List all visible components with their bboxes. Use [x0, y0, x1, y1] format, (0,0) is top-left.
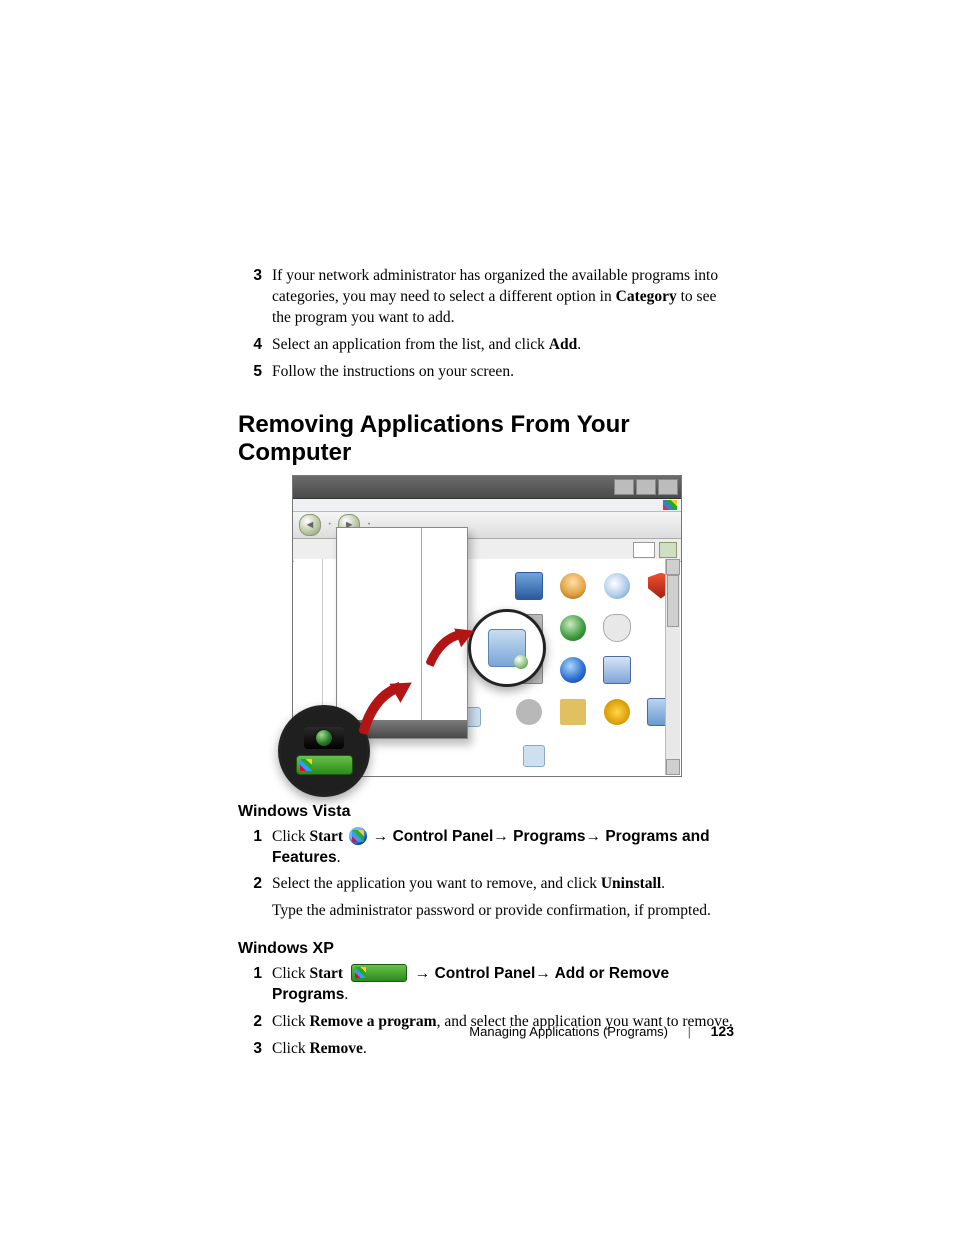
list-text: Select the application you want to remov… — [272, 874, 734, 895]
list-item: 3 Click Remove. — [238, 1039, 734, 1060]
list-text: Follow the instructions on your screen. — [272, 362, 734, 383]
user-accounts-icon — [560, 573, 586, 599]
list-number: 3 — [238, 266, 272, 329]
list-text: If your network administrator has organi… — [272, 266, 734, 329]
windows-flag-icon — [300, 759, 312, 771]
vista-orb-icon — [316, 730, 332, 746]
wireless-icon — [604, 699, 630, 725]
display-icon — [515, 572, 543, 600]
maximize-button-icon — [636, 479, 656, 495]
minimize-button-icon — [614, 479, 634, 495]
list-item: 3 If your network administrator has orga… — [238, 266, 734, 329]
add-remove-programs-icon — [488, 629, 526, 667]
back-button-icon: ◄ — [299, 514, 321, 536]
xp-start-button-icon — [296, 755, 353, 775]
list-number: 4 — [238, 335, 272, 356]
system-icon — [603, 656, 631, 684]
list-number: 5 — [238, 362, 272, 383]
bottom-icon — [523, 745, 545, 767]
section-heading: Removing Applications From Your Computer — [238, 411, 734, 467]
keyboard-icon — [560, 699, 586, 725]
footer-section: Managing Applications (Programs) — [469, 1024, 668, 1039]
title-bar — [293, 476, 681, 499]
list-number: 2 — [238, 874, 272, 895]
document-page: 3 If your network administrator has orga… — [0, 0, 954, 1235]
windows-flag-icon — [663, 500, 677, 510]
vertical-scrollbar — [665, 559, 680, 775]
list-text: Click Remove. — [272, 1039, 734, 1060]
list-item: 2 Select the application you want to rem… — [238, 874, 734, 895]
subheading-vista: Windows Vista — [238, 803, 734, 821]
scroll-thumb — [667, 575, 679, 627]
generic-icon — [523, 745, 545, 767]
mouse-icon — [603, 614, 631, 642]
list-text: Click Start → Control Panel→ Programs→ P… — [272, 827, 734, 869]
page-number: 123 — [711, 1023, 734, 1039]
list-number: 1 — [238, 964, 272, 1006]
search-icon — [604, 573, 630, 599]
list-number: 1 — [238, 827, 272, 869]
footer-separator: | — [688, 1024, 691, 1039]
xp-start-button-icon — [351, 964, 407, 982]
scroll-down-icon — [666, 759, 680, 775]
list-subtext: Type the administrator password or provi… — [272, 901, 734, 922]
page-footer: Managing Applications (Programs) | 123 — [0, 1023, 734, 1039]
control-panel-figure: ◄ · ► · — [292, 475, 680, 785]
list-text: Click Start → Control Panel→ Add or Remo… — [272, 964, 734, 1006]
close-button-icon — [658, 479, 678, 495]
network-icon — [560, 657, 586, 683]
sounds-icon — [516, 699, 542, 725]
list-text: Select an application from the list, and… — [272, 335, 734, 356]
list-number: 3 — [238, 1039, 272, 1060]
list-item: 5 Follow the instructions on your screen… — [238, 362, 734, 383]
internet-options-icon — [560, 615, 586, 641]
scroll-up-icon — [666, 559, 680, 575]
list-item: 1 Click Start → Control Panel→ Add or Re… — [238, 964, 734, 1006]
top-ordered-list: 3 If your network administrator has orga… — [238, 266, 734, 383]
address-dropdown-icon — [633, 542, 655, 558]
list-item: 4 Select an application from the list, a… — [238, 335, 734, 356]
go-button-icon — [659, 542, 677, 558]
menu-bar — [293, 499, 681, 512]
vista-start-orb-icon — [349, 827, 367, 845]
vista-start-button-icon — [304, 727, 344, 749]
list-item: 1 Click Start → Control Panel→ Programs→… — [238, 827, 734, 869]
subheading-xp: Windows XP — [238, 940, 734, 958]
